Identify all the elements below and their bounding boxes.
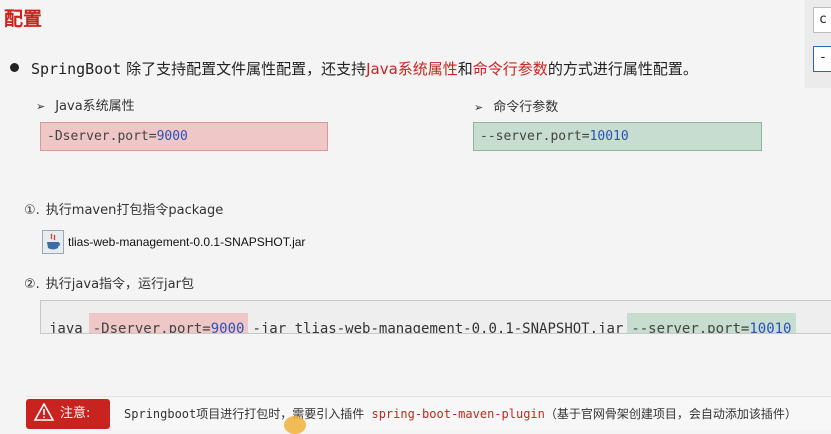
- cmd-args-code: --server.port=10010: [473, 122, 762, 151]
- cmd-dserver: -Dserver.port=9000: [88, 313, 249, 333]
- springboot-term: SpringBoot: [31, 60, 122, 78]
- cursor-highlight: [284, 416, 306, 434]
- java-props-label: ➢ Java系统属性: [36, 99, 135, 114]
- java-props-code: -Dserver.port=9000: [40, 122, 328, 151]
- bullet-text: SpringBoot 除了支持配置文件属性配置，还支持Java系统属性和命令行参…: [10, 58, 698, 79]
- bullet-dot-icon: [10, 63, 19, 72]
- note-text: Springboot项目进行打包时，需要引入插件 spring-boot-mav…: [124, 407, 797, 421]
- bullet-text-2: 的方式进行属性配置。: [547, 60, 698, 78]
- cmd-java: java: [49, 321, 83, 334]
- cmd-server-port: --server.port=10010: [627, 313, 796, 333]
- arrow-icon: ➢: [36, 100, 46, 113]
- cmd-args-label: ➢ 命令行参数: [474, 100, 559, 115]
- note-badge: 注意:: [26, 399, 110, 429]
- jar-file[interactable]: tlias-web-management-0.0.1-SNAPSHOT.jar: [42, 230, 305, 254]
- note-bar: 注意: Springboot项目进行打包时，需要引入插件 spring-boot…: [26, 396, 831, 430]
- plugin-name: spring-boot-maven-plugin: [371, 407, 545, 421]
- java-jar-icon: [42, 230, 64, 254]
- slide-title: 配置: [4, 8, 43, 30]
- bullet-and: 和: [457, 60, 473, 78]
- side-input-top[interactable]: c: [813, 7, 831, 33]
- step-2: ②. 执行java指令，运行jar包: [24, 277, 194, 292]
- cmd-jar: -jar tlias-web-management-0.0.1-SNAPSHOT…: [252, 321, 624, 334]
- warning-icon: [34, 403, 54, 421]
- arrow-icon: ➢: [474, 101, 484, 114]
- side-input-bottom[interactable]: -: [813, 46, 831, 72]
- java-props-highlight: Java系统属性: [366, 60, 458, 78]
- command-line: java -Dserver.port=9000 -jar tlias-web-man…: [40, 300, 831, 334]
- jar-filename: tlias-web-management-0.0.1-SNAPSHOT.jar: [68, 235, 306, 249]
- cmd-args-highlight: 命令行参数: [472, 60, 548, 78]
- step-1: ①. 执行maven打包指令package: [24, 203, 224, 218]
- bullet-text-1: 除了支持配置文件属性配置，还支持: [121, 60, 367, 78]
